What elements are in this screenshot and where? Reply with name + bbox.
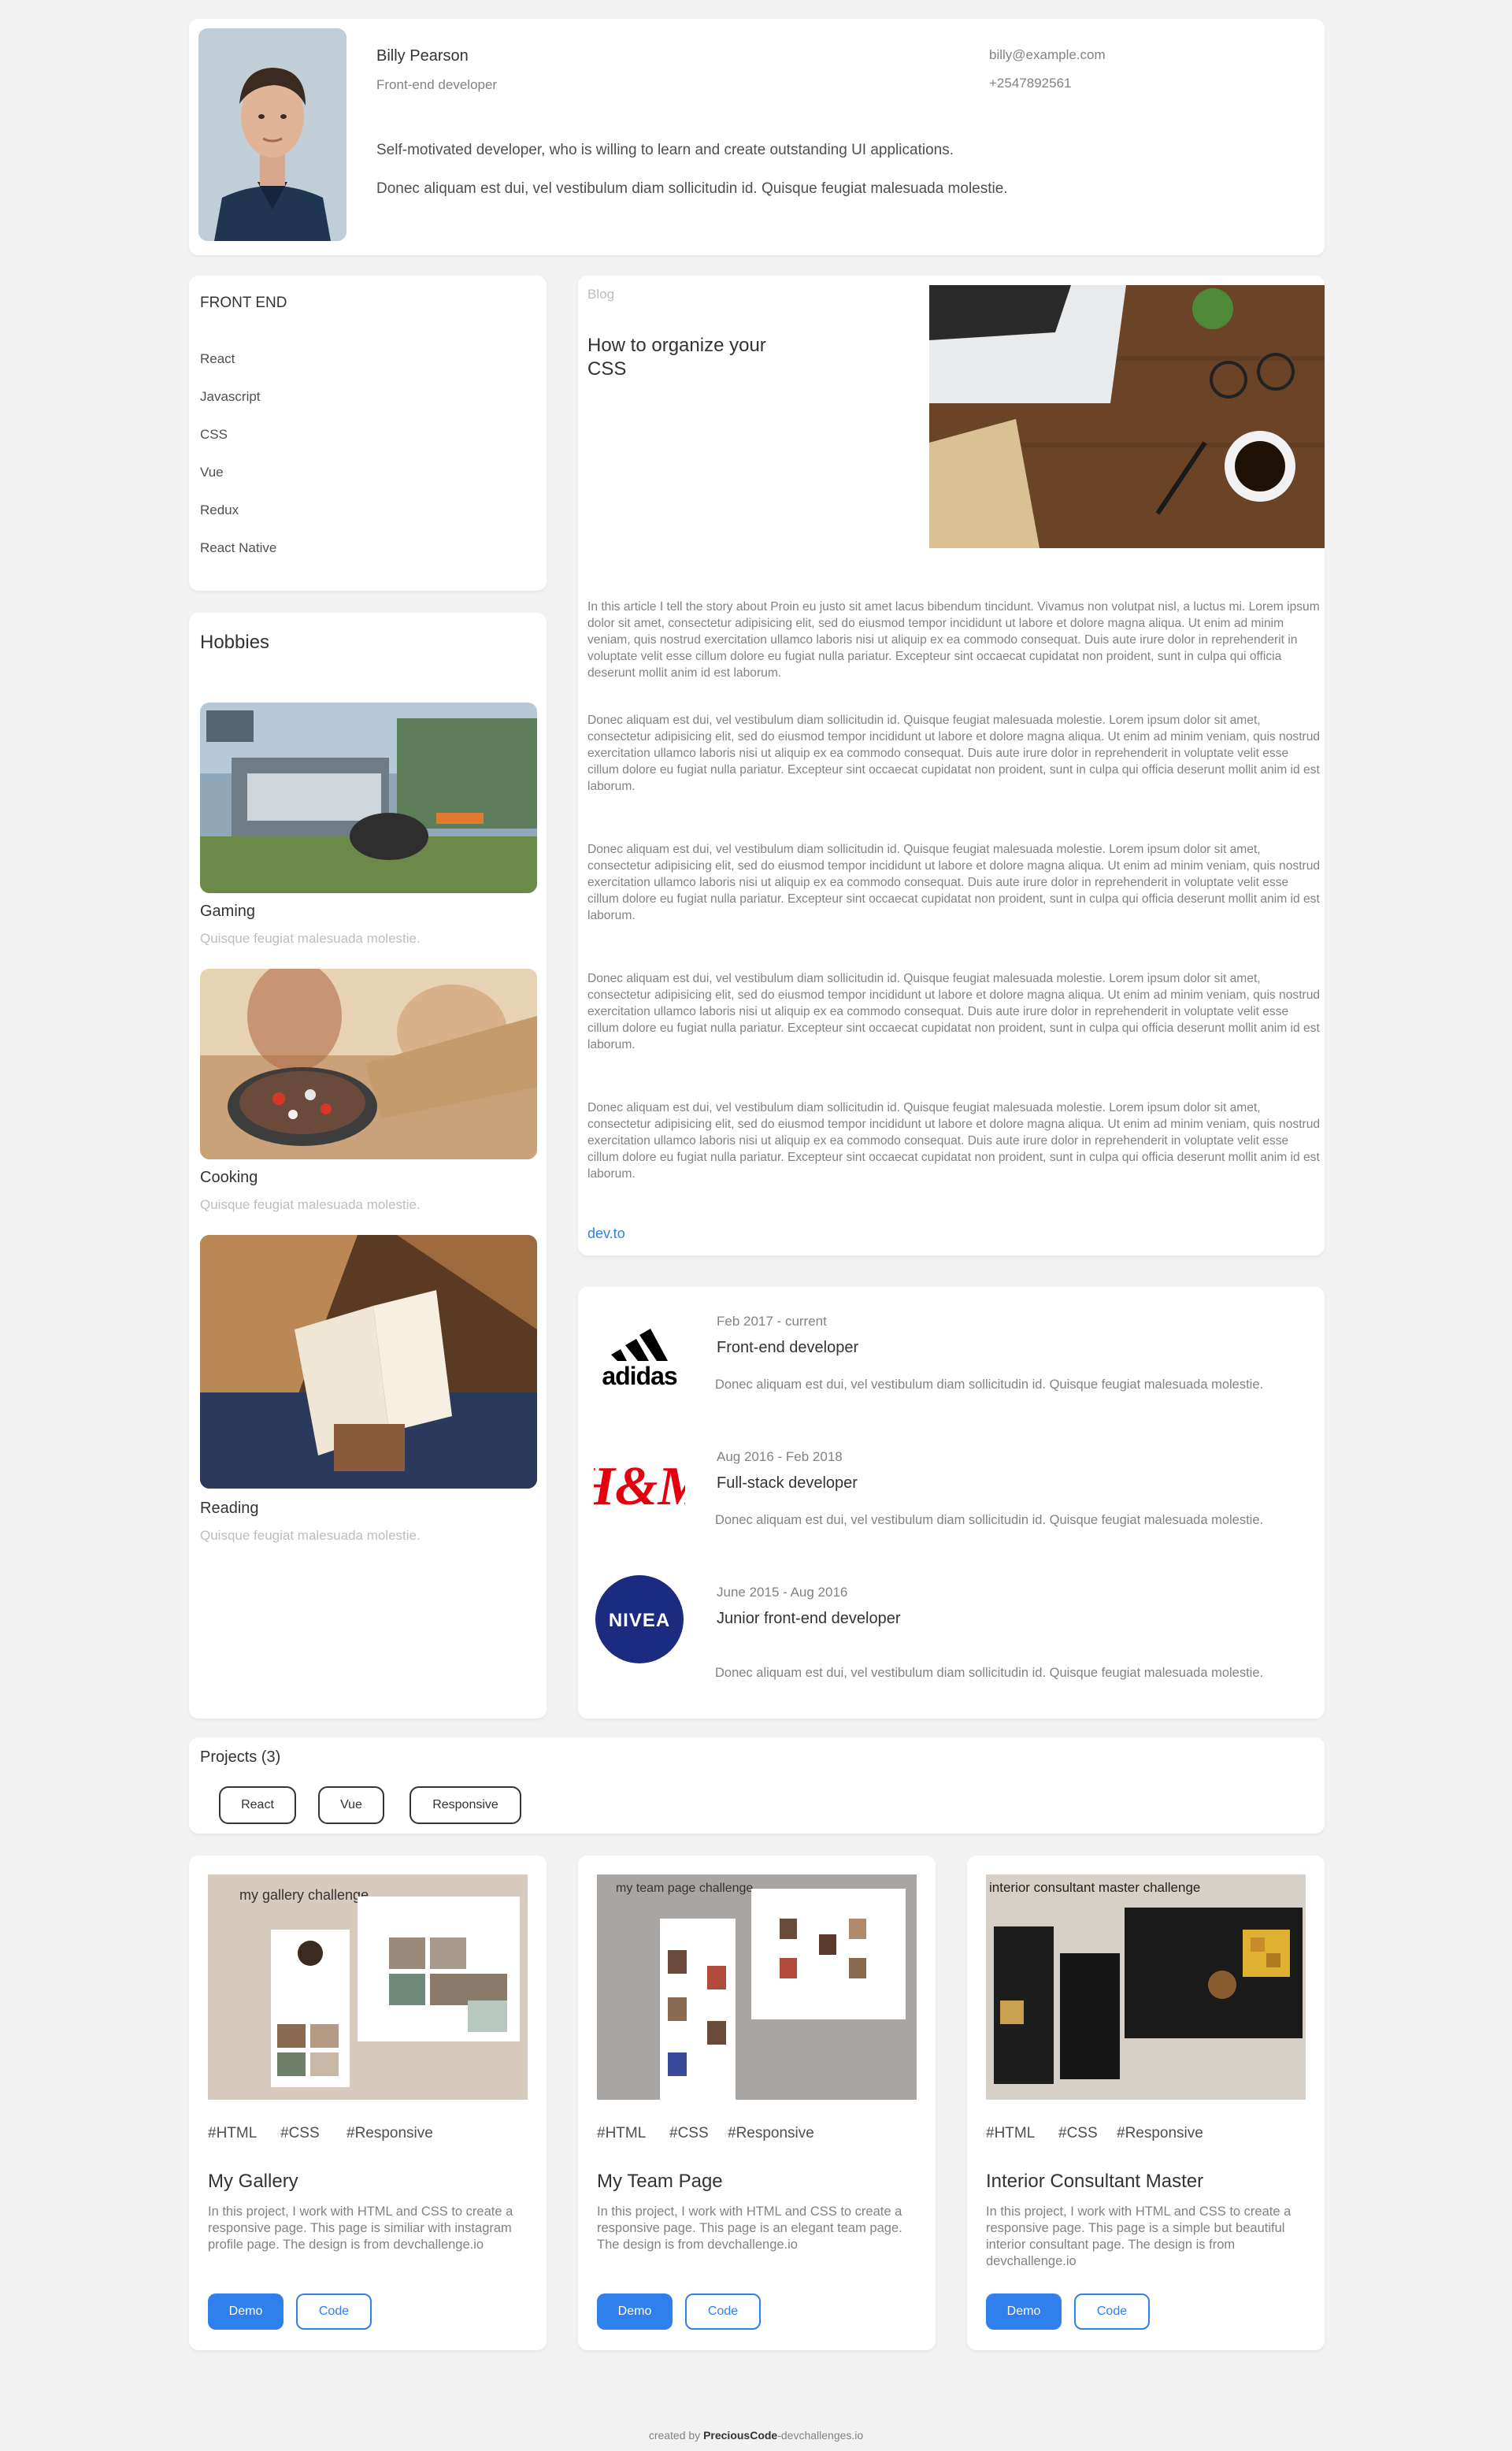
project-thumb-label: my gallery challenge — [239, 1887, 369, 1903]
nivea-logo-icon: NIVEA — [594, 1572, 685, 1667]
hobby-title: Gaming — [200, 903, 256, 920]
project-tag: #Responsive — [728, 2125, 814, 2141]
hobby-desc: Quisque feugiat malesuada molestie. — [200, 931, 421, 946]
blog-title: How to organize your CSS — [587, 335, 766, 380]
adidas-logo-icon: adidas — [594, 1301, 685, 1396]
experience-date: June 2015 - Aug 2016 — [717, 1585, 848, 1600]
footer-suffix: -devchallenges.io — [777, 2429, 864, 2442]
hobby-title: Reading — [200, 1500, 259, 1517]
experience-desc: Donec aliquam est dui, vel vestibulum di… — [715, 1666, 1264, 1680]
code-button[interactable]: Code — [685, 2293, 761, 2330]
svg-text:H&M: H&M — [594, 1456, 685, 1517]
hobby-title: Cooking — [200, 1169, 258, 1186]
project-tag: #CSS — [1058, 2125, 1098, 2141]
skill-item: Javascript — [200, 389, 261, 404]
footer-prefix: created by — [648, 2429, 704, 2442]
skill-item: React Native — [200, 540, 277, 555]
profile-name: Billy Pearson — [376, 47, 469, 65]
demo-button[interactable]: Demo — [208, 2293, 284, 2330]
gaming-image — [200, 703, 537, 893]
project-desc: In this project, I work with HTML and CS… — [986, 2204, 1292, 2268]
filter-responsive-button[interactable]: Responsive — [410, 1786, 521, 1824]
project-tag: #HTML — [986, 2125, 1036, 2141]
skills-title: FRONT END — [200, 295, 287, 311]
blog-paragraph: Donec aliquam est dui, vel vestibulum di… — [587, 1101, 1321, 1181]
projects-title: Projects (3) — [200, 1748, 281, 1766]
experience-card: adidas Feb 2017 - current Front-end deve… — [578, 1287, 1325, 1719]
blog-paragraph: Donec aliquam est dui, vel vestibulum di… — [587, 843, 1321, 922]
demo-button[interactable]: Demo — [986, 2293, 1062, 2330]
blog-paragraph: Donec aliquam est dui, vel vestibulum di… — [587, 714, 1321, 793]
project-card: my team page challenge #HTML #CSS #Respo… — [578, 1856, 936, 2350]
project-title: My Gallery — [208, 2171, 298, 2192]
project-tag: #Responsive — [346, 2125, 433, 2141]
projects-filter-card: Projects (3) React Vue Responsive — [189, 1737, 1325, 1834]
blog-source-link[interactable]: dev.to — [587, 1226, 625, 1242]
project-card: my gallery challenge #HTML #CSS #Respons… — [189, 1856, 547, 2350]
blog-image — [929, 285, 1325, 548]
filter-react-button[interactable]: React — [219, 1786, 296, 1824]
experience-date: Feb 2017 - current — [717, 1314, 827, 1329]
svg-text:NIVEA: NIVEA — [609, 1610, 670, 1631]
profile-email[interactable]: billy@example.com — [989, 47, 1106, 63]
blog-card: Blog How to organize your CSS In this ar… — [578, 276, 1325, 1255]
experience-role: Front-end developer — [717, 1339, 859, 1356]
profile-card: Billy Pearson Front-end developer billy@… — [189, 19, 1325, 255]
project-card: interior consultant master challenge #HT… — [967, 1856, 1325, 2350]
code-button[interactable]: Code — [1074, 2293, 1150, 2330]
code-button[interactable]: Code — [296, 2293, 372, 2330]
hobby-desc: Quisque feugiat malesuada molestie. — [200, 1197, 421, 1212]
skill-item: Vue — [200, 465, 224, 480]
hm-logo-icon: H&M — [594, 1437, 685, 1531]
avatar — [198, 28, 346, 241]
profile-bio: Self-motivated developer, who is willing… — [376, 142, 954, 158]
hobby-desc: Quisque feugiat malesuada molestie. — [200, 1528, 421, 1543]
blog-label: Blog — [587, 287, 615, 302]
blog-paragraph: In this article I tell the story about P… — [587, 600, 1320, 680]
project-thumbnail: my team page challenge — [597, 1874, 917, 2100]
skill-item: React — [200, 351, 235, 366]
profile-phone[interactable]: +2547892561 — [989, 76, 1071, 91]
cooking-image — [200, 969, 537, 1159]
profile-bio: Donec aliquam est dui, vel vestibulum di… — [376, 180, 1008, 197]
project-tag: #HTML — [597, 2125, 647, 2141]
project-title: Interior Consultant Master — [986, 2171, 1204, 2192]
project-thumbnail: interior consultant master challenge — [986, 1874, 1306, 2100]
svg-text:adidas: adidas — [602, 1362, 677, 1390]
demo-button[interactable]: Demo — [597, 2293, 673, 2330]
project-thumbnail: my gallery challenge — [208, 1874, 528, 2100]
project-tag: #CSS — [669, 2125, 709, 2141]
skills-card: FRONT END React Javascript CSS Vue Redux… — [189, 276, 547, 591]
blog-paragraph: Donec aliquam est dui, vel vestibulum di… — [587, 972, 1321, 1051]
skill-item: CSS — [200, 427, 228, 442]
experience-desc: Donec aliquam est dui, vel vestibulum di… — [715, 1513, 1264, 1527]
project-thumb-label: my team page challenge — [616, 1882, 753, 1895]
project-tag: #Responsive — [1117, 2125, 1203, 2141]
project-tag: #HTML — [208, 2125, 258, 2141]
project-desc: In this project, I work with HTML and CS… — [208, 2204, 513, 2252]
experience-date: Aug 2016 - Feb 2018 — [717, 1449, 843, 1464]
profile-role: Front-end developer — [376, 77, 498, 92]
experience-desc: Donec aliquam est dui, vel vestibulum di… — [715, 1378, 1264, 1392]
filter-vue-button[interactable]: Vue — [318, 1786, 384, 1824]
project-tag: #CSS — [280, 2125, 320, 2141]
skill-item: Redux — [200, 502, 239, 517]
experience-role: Full-stack developer — [717, 1474, 858, 1492]
experience-role: Junior front-end developer — [717, 1610, 901, 1627]
footer: created by PreciousCode-devchallenges.io — [0, 2429, 1512, 2442]
hobbies-card: Hobbies Gaming Quisque feugiat malesuada… — [189, 613, 547, 1719]
reading-image — [200, 1235, 537, 1489]
project-desc: In this project, I work with HTML and CS… — [597, 2204, 902, 2252]
project-thumb-label: interior consultant master challenge — [989, 1880, 1200, 1895]
hobbies-title: Hobbies — [200, 632, 270, 653]
project-title: My Team Page — [597, 2171, 723, 2192]
footer-author[interactable]: PreciousCode — [703, 2429, 777, 2442]
